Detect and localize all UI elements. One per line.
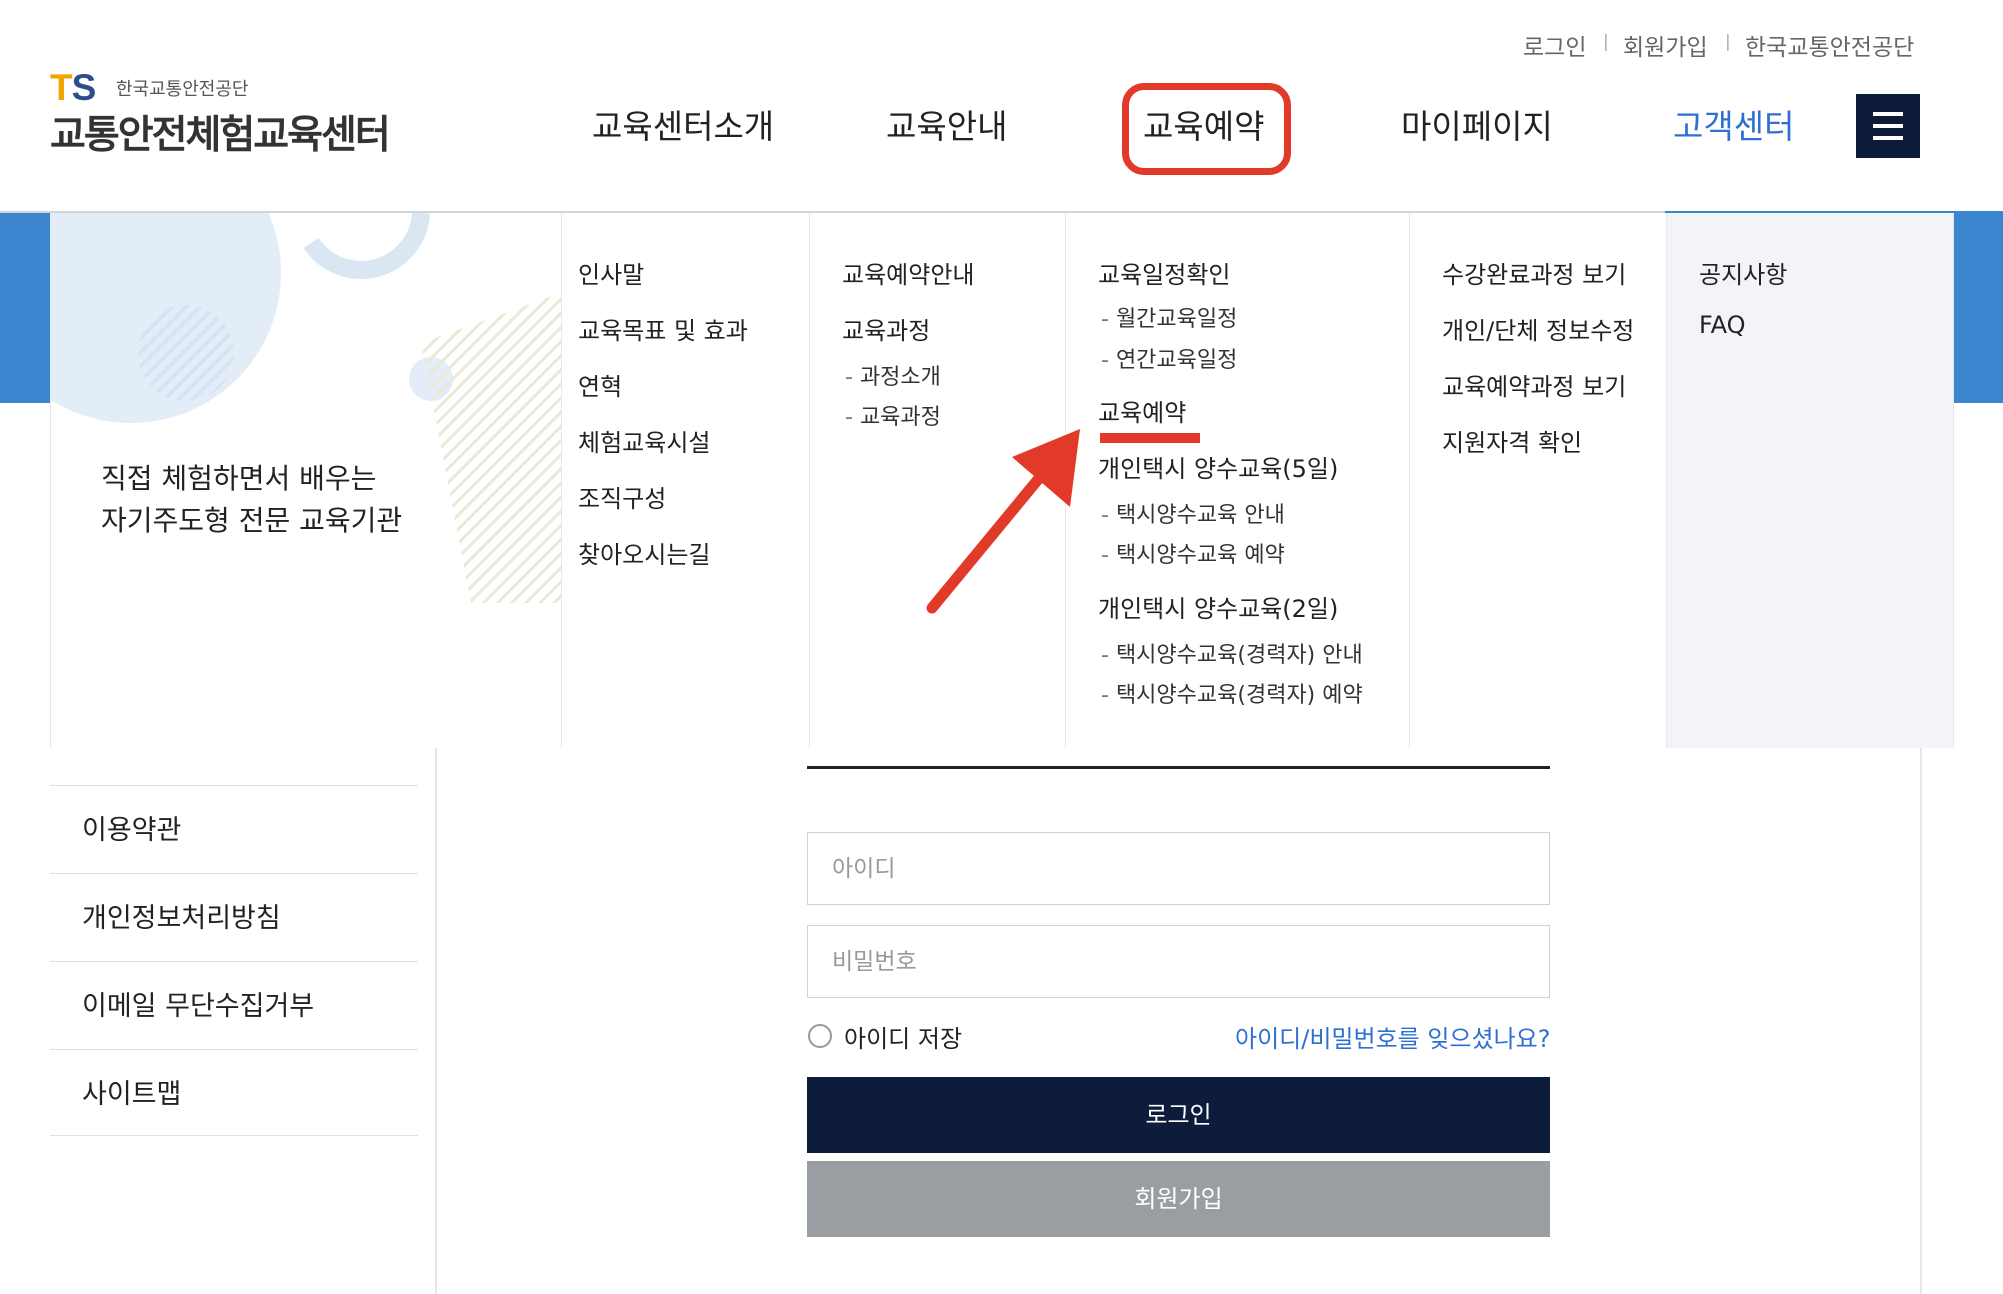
hero-band-right: [1953, 213, 2003, 403]
login-button[interactable]: 로그인: [807, 1077, 1550, 1153]
menu-sub-taxi-reserve[interactable]: 택시양수교육 예약: [1101, 537, 1285, 569]
hamburger-icon[interactable]: [1856, 94, 1920, 158]
menu-col-reservation: 교육일정확인 월간교육일정 연간교육일정 교육예약 개인택시 양수교육(5일) …: [1065, 213, 1409, 748]
menu-item-edit-profile[interactable]: 개인/단체 정보수정: [1442, 311, 1634, 346]
annotation-underline: [1100, 433, 1200, 443]
menu-item-history[interactable]: 연혁: [578, 367, 622, 402]
menu-sub-yearly-schedule[interactable]: 연간교육일정: [1101, 342, 1237, 374]
util-kotsa-link[interactable]: 한국교통안전공단: [1745, 28, 1914, 62]
save-id-radio[interactable]: [808, 1024, 832, 1048]
menu-sub-taxi-guide[interactable]: 택시양수교육 안내: [1101, 497, 1285, 529]
slogan-line-2: 자기주도형 전문 교육기관: [101, 504, 403, 537]
divider: |: [1603, 32, 1609, 52]
id-input[interactable]: [807, 832, 1550, 905]
menu-item-organization[interactable]: 조직구성: [578, 479, 666, 514]
util-join-link[interactable]: 회원가입: [1623, 28, 1708, 62]
find-account-link[interactable]: 아이디/비밀번호를 잊으셨나요?: [1235, 1019, 1551, 1054]
menu-item-reservation[interactable]: 교육예약: [1098, 393, 1186, 428]
divider: [50, 1135, 418, 1136]
menu-sub-course-intro[interactable]: 과정소개: [845, 359, 941, 391]
menu-item-notice[interactable]: 공지사항: [1699, 255, 1787, 290]
decorative-shapes: [51, 213, 561, 603]
menu-col-mypage: 수강완료과정 보기 개인/단체 정보수정 교육예약과정 보기 지원자격 확인: [1409, 213, 1666, 748]
menu-item-greeting[interactable]: 인사말: [578, 255, 644, 290]
side-item-email-policy[interactable]: 이메일 무단수집거부: [50, 961, 418, 1049]
logo-org-name: 한국교통안전공단: [116, 79, 249, 100]
hero-band-left: [0, 213, 50, 403]
menu-item-schedule[interactable]: 교육일정확인: [1098, 255, 1230, 290]
menu-item-taxi-5day[interactable]: 개인택시 양수교육(5일): [1098, 449, 1338, 484]
slogan: 직접 체험하면서 배우는 자기주도형 전문 교육기관: [101, 458, 402, 542]
menu-sub-taxi-exp-reserve[interactable]: 택시양수교육(경력자) 예약: [1101, 677, 1363, 709]
menu-col-about: 인사말 교육목표 및 효과 연혁 체험교육시설 조직구성 찾아오시는길: [561, 213, 809, 748]
ts-logo-mark: TS: [50, 67, 96, 108]
content-border-right: [1920, 748, 1922, 1294]
logo-title: 교통안전체험교육센터: [50, 113, 391, 158]
menu-item-taxi-2day[interactable]: 개인택시 양수교육(2일): [1098, 589, 1338, 624]
menu-sub-taxi-exp-guide[interactable]: 택시양수교육(경력자) 안내: [1101, 637, 1363, 669]
password-input[interactable]: [807, 925, 1550, 998]
menu-item-eligibility[interactable]: 지원자격 확인: [1442, 423, 1582, 458]
side-item-sitemap[interactable]: 사이트맵: [50, 1049, 418, 1137]
menu-sub-monthly-schedule[interactable]: 월간교육일정: [1101, 301, 1237, 333]
side-item-privacy[interactable]: 개인정보처리방침: [50, 873, 418, 961]
utility-links: 로그인 | 회원가입 | 한국교통안전공단: [0, 28, 2003, 68]
util-login-link[interactable]: 로그인: [1523, 28, 1586, 62]
annotation-highlight-box: [1122, 83, 1291, 175]
nav-guide[interactable]: 교육안내: [886, 100, 1007, 148]
menu-item-facilities[interactable]: 체험교육시설: [578, 423, 710, 458]
slogan-line-1: 직접 체험하면서 배우는: [101, 462, 377, 495]
login-title-underline: [807, 766, 1550, 769]
divider: |: [1725, 32, 1731, 52]
site-logo[interactable]: TS 한국교통안전공단 교통안전체험교육센터: [50, 67, 391, 159]
content-border-left: [435, 748, 437, 1294]
save-id-label[interactable]: 아이디 저장: [844, 1019, 962, 1054]
menu-item-courses[interactable]: 교육과정: [842, 311, 930, 346]
menu-item-reservation-guide[interactable]: 교육예약안내: [842, 255, 974, 290]
menu-item-goals[interactable]: 교육목표 및 효과: [578, 311, 748, 346]
nav-about[interactable]: 교육센터소개: [592, 100, 774, 148]
menu-item-directions[interactable]: 찾아오시는길: [578, 535, 710, 570]
side-item-terms[interactable]: 이용약관: [50, 785, 418, 873]
join-button[interactable]: 회원가입: [807, 1161, 1550, 1237]
menu-item-reserved-courses[interactable]: 교육예약과정 보기: [1442, 367, 1626, 402]
menu-item-faq[interactable]: FAQ: [1699, 311, 1746, 339]
nav-customer-center[interactable]: 고객센터: [1673, 100, 1794, 148]
menu-col-customer: 공지사항 FAQ: [1666, 213, 1954, 748]
annotation-arrow-icon: [926, 429, 1080, 614]
menu-item-completed-courses[interactable]: 수강완료과정 보기: [1442, 255, 1626, 290]
nav-mypage[interactable]: 마이페이지: [1401, 100, 1553, 148]
